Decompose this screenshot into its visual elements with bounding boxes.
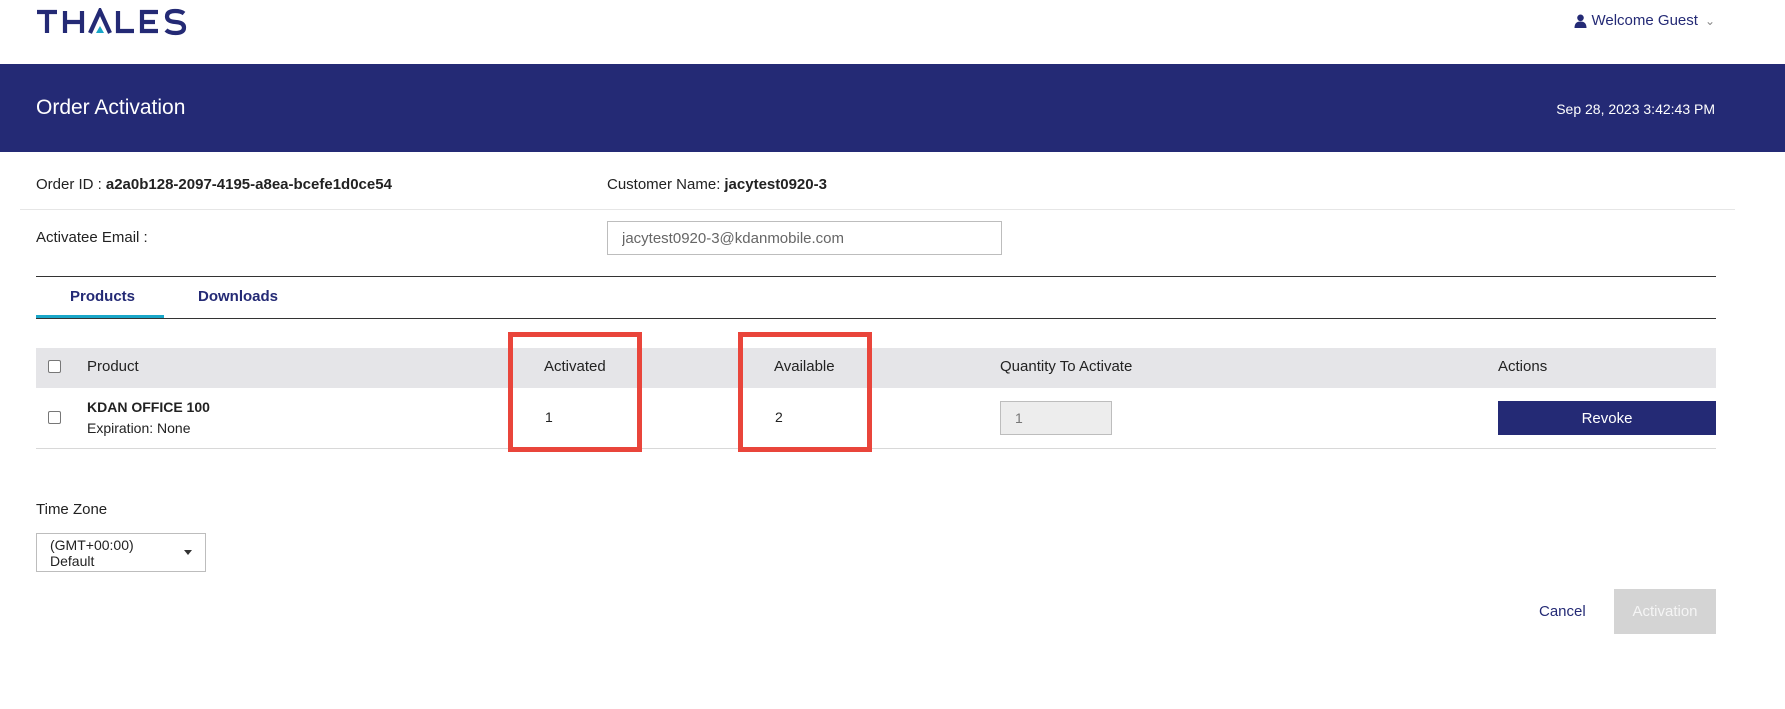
user-icon <box>1574 14 1586 28</box>
page-banner: Order Activation Sep 28, 2023 3:42:43 PM <box>0 64 1785 152</box>
tab-products[interactable]: Products <box>70 288 135 305</box>
time-zone-label: Time Zone <box>36 501 108 518</box>
customer-name-label: Customer Name: <box>607 176 721 193</box>
product-expiration: Expiration: None <box>87 420 191 436</box>
column-header-quantity: Quantity To Activate <box>1000 358 1133 375</box>
tab-downloads[interactable]: Downloads <box>198 288 278 305</box>
select-all-checkbox[interactable] <box>48 360 61 373</box>
chevron-down-icon: ⌄ <box>1704 13 1715 28</box>
thales-logo-mark <box>37 8 187 36</box>
info-divider <box>20 209 1735 210</box>
top-bar: Welcome Guest ⌄ <box>0 0 1785 64</box>
row-divider <box>36 448 1716 449</box>
time-zone-value: (GMT+00:00) Default <box>50 536 134 569</box>
welcome-label: Welcome Guest <box>1591 12 1698 29</box>
order-id-label: Order ID : <box>36 176 102 193</box>
row-checkbox[interactable] <box>48 411 61 424</box>
order-id-value: a2a0b128-2097-4195-a8ea-bcefe1d0ce54 <box>105 176 392 193</box>
activatee-email-input[interactable] <box>607 221 1002 255</box>
available-highlight-box <box>738 332 872 452</box>
time-zone-select[interactable]: (GMT+00:00) Default <box>36 533 206 572</box>
column-header-product: Product <box>87 358 139 375</box>
user-menu[interactable]: Welcome Guest ⌄ <box>1574 12 1715 29</box>
page-title: Order Activation <box>36 96 186 119</box>
revoke-button[interactable]: Revoke <box>1498 401 1716 435</box>
current-datetime: Sep 28, 2023 3:42:43 PM <box>1556 101 1715 117</box>
quantity-to-activate-input[interactable] <box>1000 401 1112 435</box>
activation-button[interactable]: Activation <box>1614 589 1716 634</box>
tabs-bottom-border <box>36 318 1716 319</box>
customer-name-field: Customer Name: jacytest0920-3 <box>607 176 827 193</box>
column-header-actions: Actions <box>1498 358 1548 375</box>
product-name: KDAN OFFICE 100 <box>87 399 210 415</box>
order-id-field: Order ID : a2a0b128-2097-4195-a8ea-bcefe1… <box>36 176 392 193</box>
activated-highlight-box <box>508 332 642 452</box>
customer-name-value: jacytest0920-3 <box>724 176 827 193</box>
table-header <box>36 348 1716 388</box>
caret-down-icon <box>184 550 192 555</box>
tabs-top-border <box>36 276 1716 277</box>
cancel-button[interactable]: Cancel <box>1539 603 1586 620</box>
thales-logo[interactable] <box>36 8 216 40</box>
activatee-email-label: Activatee Email : <box>36 229 148 246</box>
